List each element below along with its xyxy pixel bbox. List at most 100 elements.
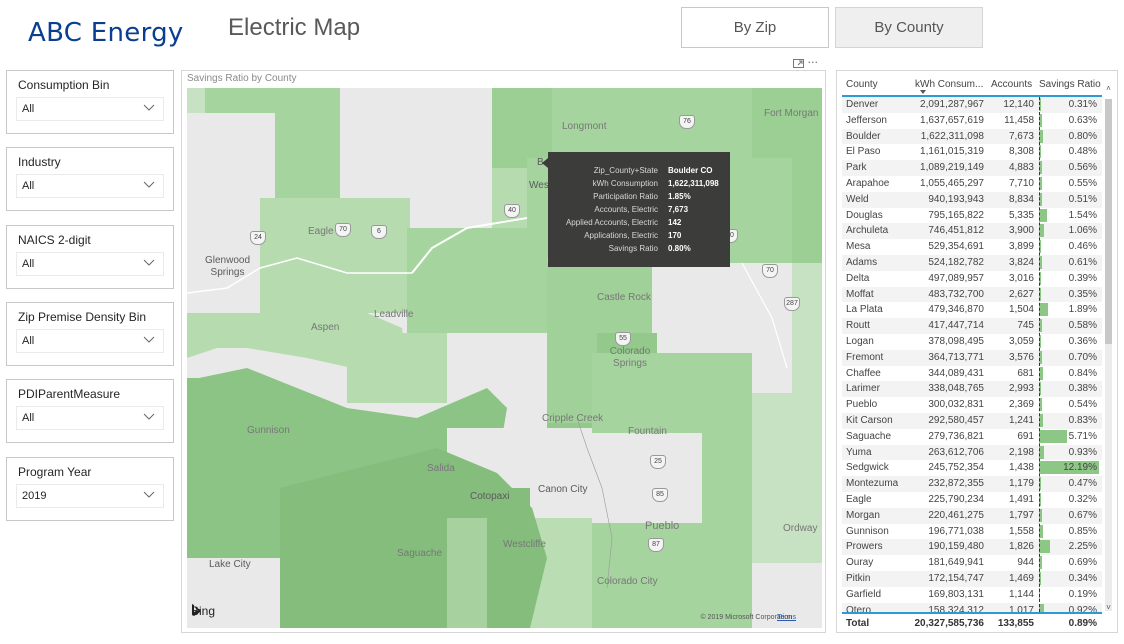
by-zip-button[interactable]: By Zip [681,7,829,48]
cell-savings-ratio: 0.85% [1068,525,1097,537]
slicer-dropdown[interactable]: 2019 [16,484,164,508]
cell-county: Park [846,162,867,174]
table-row[interactable]: Larimer 338,048,765 2,993 0.38% [842,381,1102,398]
cell-county: Moffat [846,288,874,300]
more-options-icon[interactable]: ··· [808,56,819,69]
table-row[interactable]: Denver 2,091,287,967 12,140 0.31% [842,97,1102,113]
cell-kwh: 1,089,219,149 [920,162,984,174]
table-row[interactable]: Arapahoe 1,055,465,297 7,710 0.55% [842,176,1102,192]
table-row[interactable]: Garfield 169,803,131 1,144 0.19% [842,587,1102,603]
table-row[interactable]: Boulder 1,622,311,098 7,673 0.80% [842,128,1102,145]
table-row[interactable]: Prowers 190,159,480 1,826 2.25% [842,539,1102,556]
slicer-naics-2-digit: NAICS 2-digit All [6,225,174,289]
chevron-down-icon [143,491,155,498]
table-row[interactable]: Fremont 364,713,771 3,576 0.70% [842,349,1102,366]
table-row[interactable]: Pitkin 172,154,747 1,469 0.34% [842,570,1102,587]
slicer-dropdown[interactable]: All [16,406,164,430]
slicer-consumption-bin: Consumption Bin All [6,70,174,134]
table-row[interactable]: Morgan 220,461,275 1,797 0.67% [842,507,1102,524]
table-row[interactable]: Montezuma 232,872,355 1,179 0.47% [842,476,1102,492]
county-region [260,198,410,313]
brand-logo-text: ABC Energy [28,18,184,48]
place-label: Glenwood Springs [205,255,251,278]
table-row[interactable]: Eagle 225,790,234 1,491 0.32% [842,492,1102,508]
table-row[interactable]: Moffat 483,732,700 2,627 0.35% [842,286,1102,303]
slicer-dropdown[interactable]: All [16,252,164,276]
column-header-accounts[interactable]: Accounts [991,79,1032,90]
table-row[interactable]: Park 1,089,219,149 4,883 0.56% [842,160,1102,176]
cell-savings-ratio: 0.36% [1068,335,1097,347]
slicer-value: All [22,180,35,192]
table-row[interactable]: Adams 524,182,782 3,824 0.61% [842,254,1102,271]
table-row[interactable]: Ouray 181,649,941 944 0.69% [842,555,1102,571]
cell-accounts: 8,308 [1008,146,1034,158]
tooltip-value: 7,673 [668,205,689,214]
table-row[interactable]: Kit Carson 292,580,457 1,241 0.83% [842,412,1102,429]
table-header: County kWh Consum... Accounts Savings Ra… [842,76,1102,97]
highway-shield: 55 [615,332,631,346]
cell-accounts: 1,469 [1008,572,1034,584]
cell-savings-ratio: 0.84% [1068,367,1097,379]
table-row[interactable]: Jefferson 1,637,657,619 11,458 0.63% [842,113,1102,129]
place-label: Canon City [538,484,588,495]
slicer-dropdown[interactable]: All [16,174,164,198]
table-row[interactable]: Chaffee 344,089,431 681 0.84% [842,366,1102,382]
table-row[interactable]: Archuleta 746,451,812 3,900 1.06% [842,223,1102,240]
table-row[interactable]: Saguache 279,736,821 691 5.71% [842,429,1102,445]
cell-accounts: 1,438 [1008,462,1034,474]
table-row[interactable]: Pueblo 300,032,831 2,369 0.54% [842,397,1102,413]
table-row[interactable]: El Paso 1,161,015,319 8,308 0.48% [842,144,1102,160]
table-row[interactable]: Yuma 263,612,706 2,198 0.93% [842,444,1102,461]
slicer-label: Program Year [18,465,92,479]
cell-savings-ratio: 0.35% [1068,288,1097,300]
table-row[interactable]: Mesa 529,354,691 3,899 0.46% [842,239,1102,255]
savings-ratio-data-bar [1039,540,1051,554]
county-region [492,88,552,168]
cell-savings-ratio: 0.56% [1068,162,1097,174]
by-county-button[interactable]: By County [835,7,983,48]
scrollbar-thumb[interactable] [1105,99,1112,344]
county-region [752,393,822,563]
focus-mode-icon[interactable] [793,58,804,68]
bing-logo: Bing [191,604,215,618]
table-row[interactable]: La Plata 479,346,870 1,504 1.89% [842,302,1102,318]
cell-savings-ratio: 0.54% [1068,399,1097,411]
table-row[interactable]: Logan 378,098,495 3,059 0.36% [842,334,1102,350]
cell-county: Boulder [846,130,881,142]
cell-kwh: 279,736,821 [928,430,984,442]
cell-county: Routt [846,320,870,332]
table-row[interactable]: Sedgwick 245,752,354 1,438 12.19% [842,460,1102,476]
table-row[interactable]: Douglas 795,165,822 5,335 1.54% [842,208,1102,224]
cell-county: Morgan [846,509,880,521]
place-label: Westcliffe [503,539,546,550]
column-header-county[interactable]: County [846,79,878,90]
place-label: Castle Rock [597,292,651,303]
table-row[interactable]: Weld 940,193,943 8,834 0.51% [842,191,1102,208]
scroll-up-icon[interactable]: ˄ [1104,84,1113,94]
cell-county: El Paso [846,146,881,158]
slicer-dropdown[interactable]: All [16,97,164,121]
county-region [752,88,822,158]
cell-accounts: 3,059 [1008,335,1034,347]
cell-accounts: 944 [1017,557,1034,569]
cell-county: Yuma [846,446,872,458]
tooltip-value: 142 [668,218,682,227]
slicer-label: NAICS 2-digit [18,233,91,247]
cell-county: Otero [846,604,872,613]
column-header-kwh[interactable]: kWh Consum... [915,79,983,90]
table-total-row: Total 20,327,585,736 133,855 0.89% [842,612,1102,631]
table-row[interactable]: Gunnison 196,771,038 1,558 0.85% [842,524,1102,540]
cell-kwh: 292,580,457 [928,414,984,426]
table-row[interactable]: Delta 497,089,957 3,016 0.39% [842,271,1102,287]
map-terms-link[interactable]: Terms [777,614,796,621]
county-table: County kWh Consum... Accounts Savings Ra… [836,70,1118,633]
cell-county: Arapahoe [846,177,890,189]
scroll-down-icon[interactable]: ˅ [1104,603,1113,613]
column-header-savings-ratio[interactable]: Savings Ratio [1039,79,1101,90]
cell-kwh: 2,091,287,967 [920,99,984,110]
place-label: Gunnison [247,425,290,436]
cell-kwh: 795,165,822 [928,209,984,221]
slicer-dropdown[interactable]: All [16,329,164,353]
table-row[interactable]: Routt 417,447,714 745 0.58% [842,318,1102,334]
table-row[interactable]: Otero 158,324,312 1,017 0.92% [842,602,1102,613]
